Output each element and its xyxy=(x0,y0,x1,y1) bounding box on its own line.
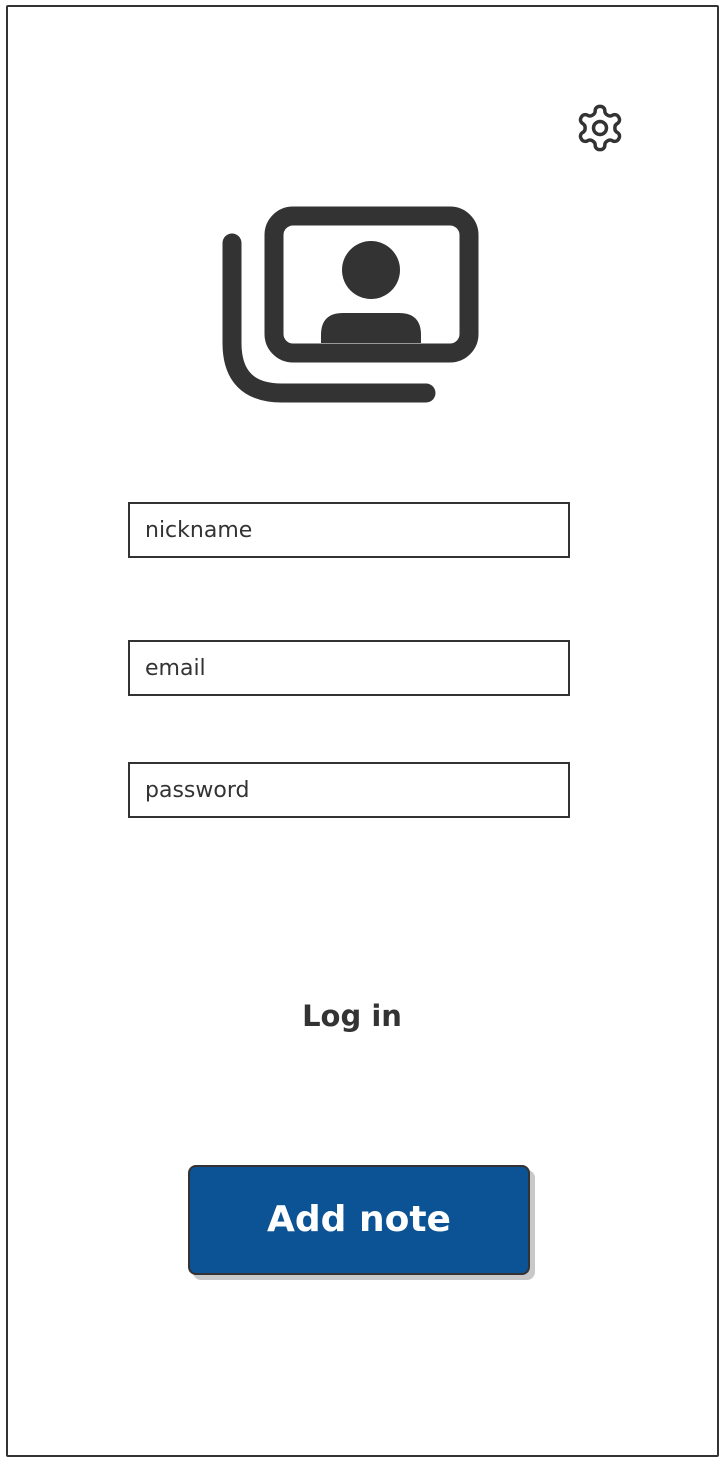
profile-photos-icon xyxy=(218,203,482,411)
login-link[interactable]: Log in xyxy=(252,993,452,1039)
email-field[interactable] xyxy=(128,640,570,696)
password-input[interactable] xyxy=(130,764,568,816)
nickname-input[interactable] xyxy=(130,504,568,556)
gear-icon[interactable] xyxy=(574,102,626,154)
password-field[interactable] xyxy=(128,762,570,818)
email-input[interactable] xyxy=(130,642,568,694)
add-note-button[interactable]: Add note xyxy=(188,1165,530,1275)
nickname-field[interactable] xyxy=(128,502,570,558)
